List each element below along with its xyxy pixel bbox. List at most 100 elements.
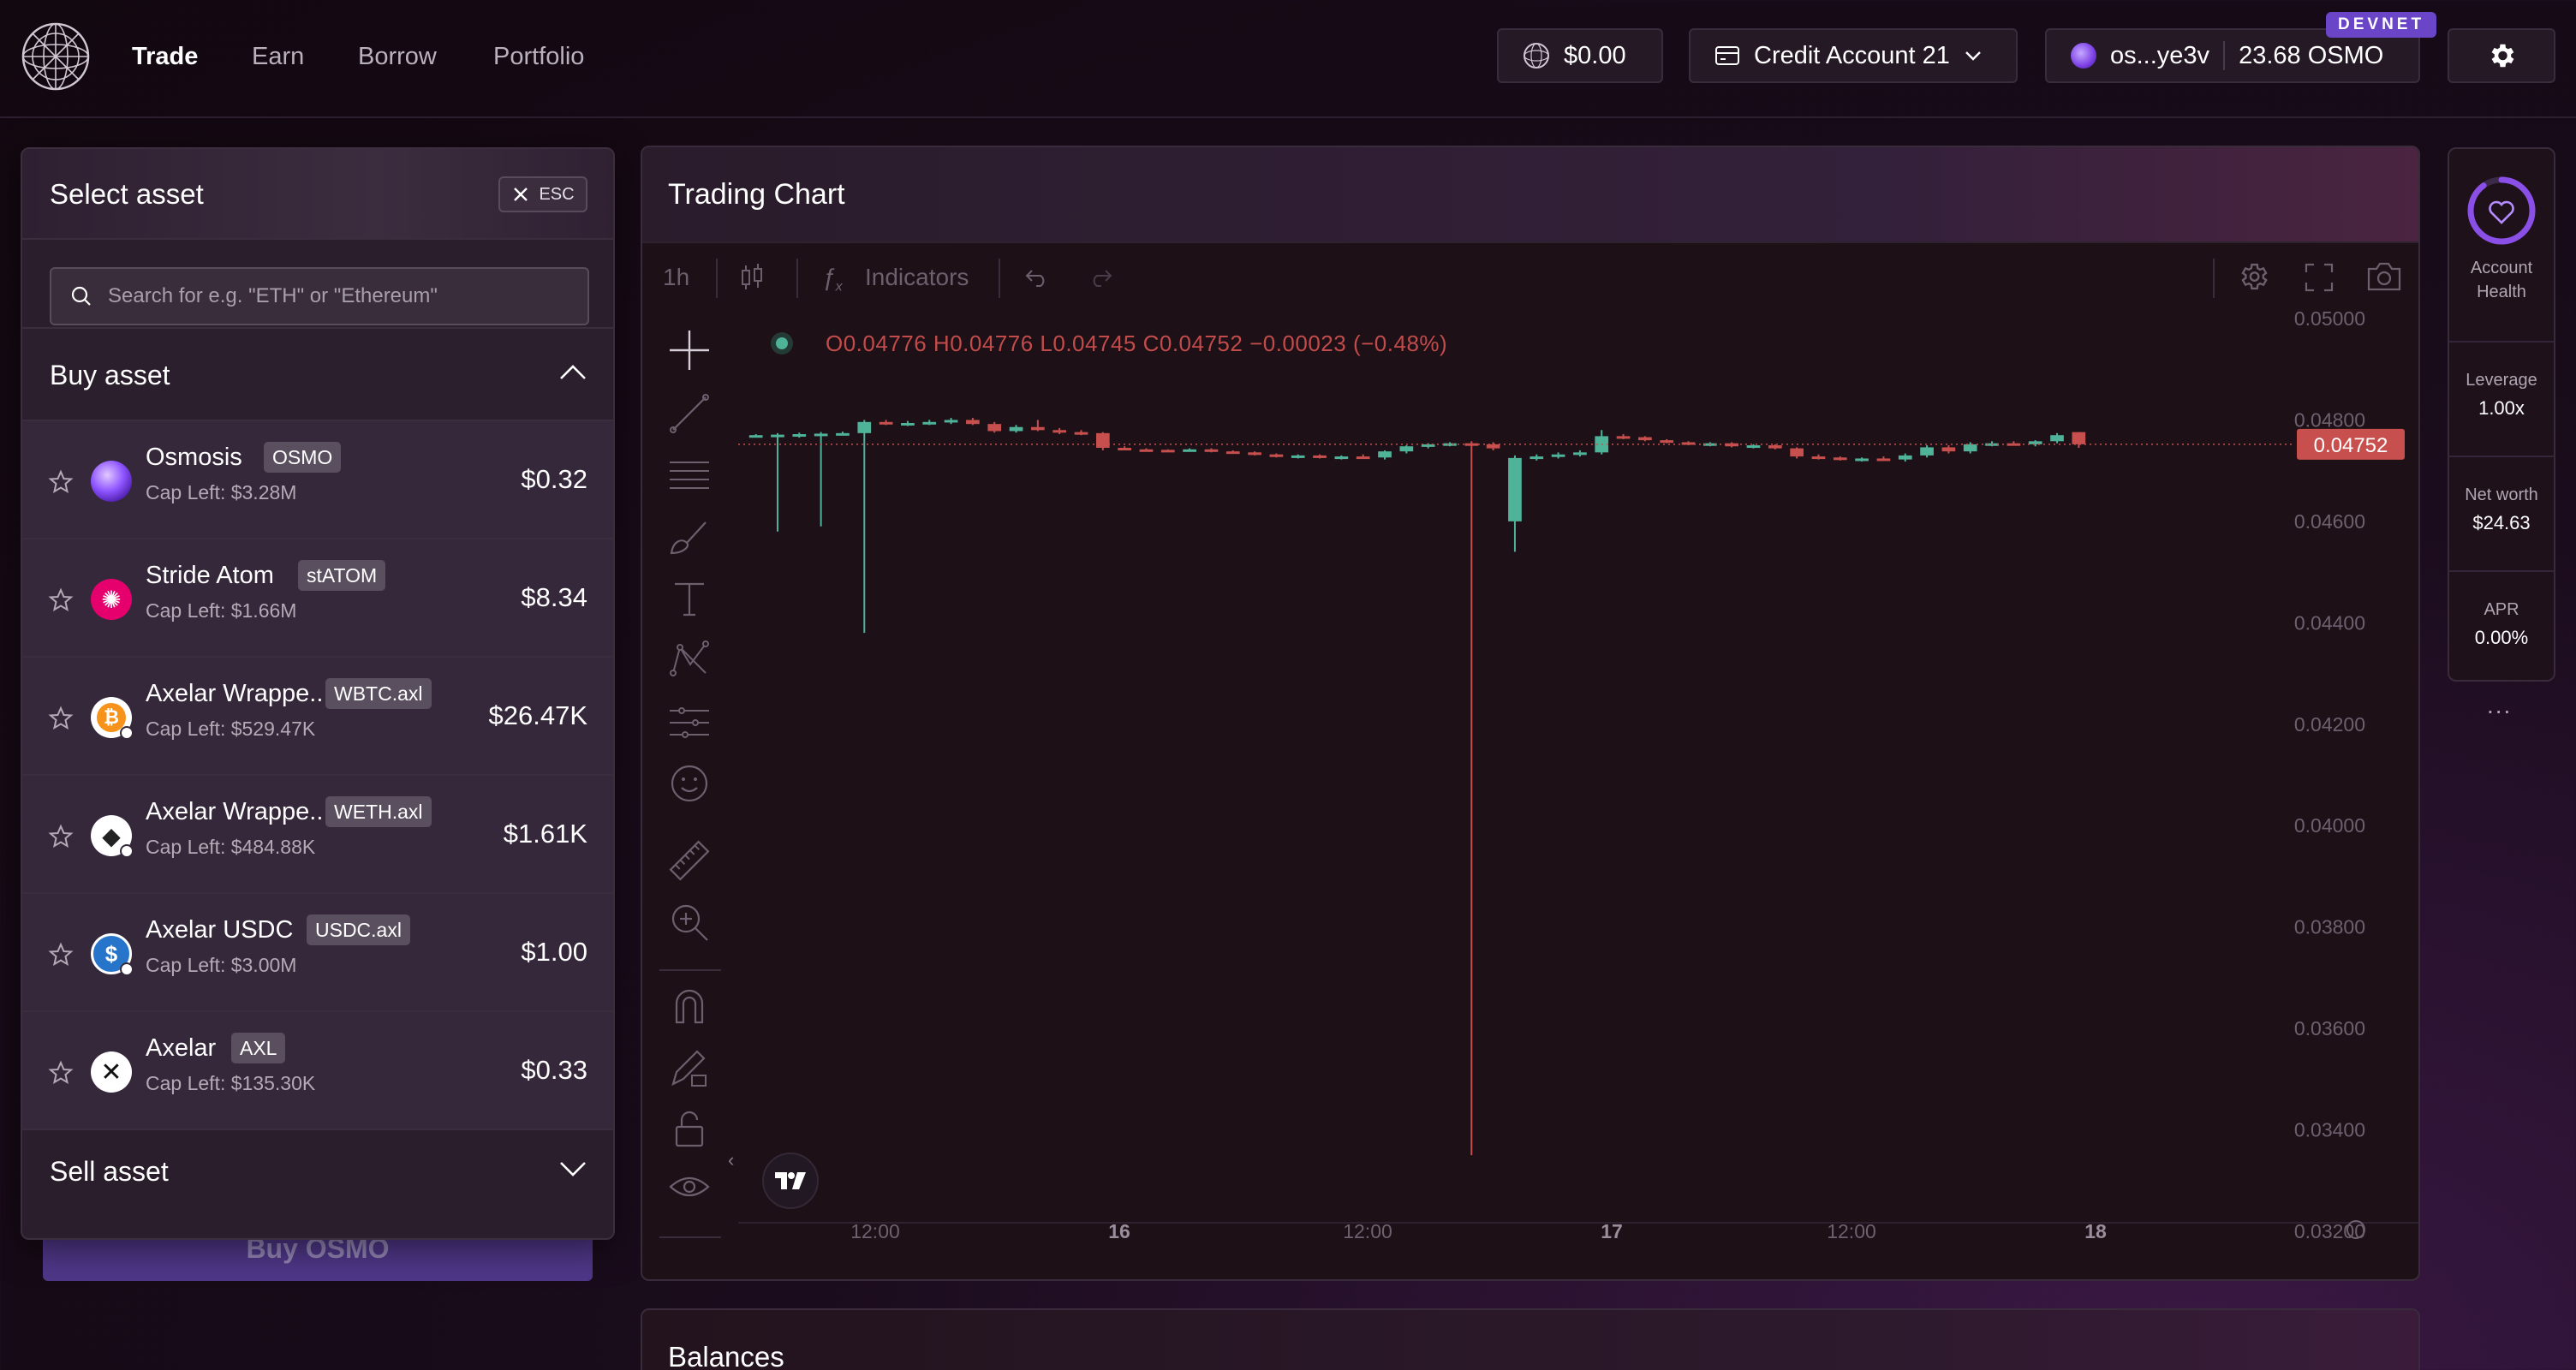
text-tool-icon[interactable] [668,577,711,620]
select-asset-header: Select asset ESC [22,149,613,240]
y-axis-tick-label: 0.04600 [2294,510,2365,533]
unlock-icon[interactable] [668,1108,711,1151]
candle-body [1399,446,1414,452]
nav-earn[interactable]: Earn [252,41,304,72]
favorite-star-icon[interactable] [48,942,74,968]
favorite-star-icon[interactable] [48,587,74,613]
candle-body [2028,441,2042,444]
balances-card: Balances [641,1308,2420,1370]
asset-name: Osmosis [146,444,242,471]
osmosis-icon [91,461,132,502]
emoji-icon[interactable] [668,762,711,805]
weth-icon: ◆ [91,815,134,858]
wallet-address: os...ye3v [2110,41,2210,69]
candle-body [1160,450,1175,453]
eye-icon[interactable] [668,1168,711,1211]
leverage-stat: Leverage 1.00x [2449,368,2554,420]
y-axis-tick-label: 0.04800 [2294,408,2365,431]
candle-body [1313,455,1327,458]
search-field[interactable] [50,267,589,325]
zoom-in-icon[interactable] [668,901,711,944]
apr-value: 0.00% [2474,627,2529,648]
tradingview-logo[interactable] [762,1153,819,1209]
balance-value: $0.00 [1564,41,1626,69]
nav-borrow[interactable]: Borrow [358,41,437,72]
mars-logo-icon[interactable] [21,21,91,92]
asset-cap-left: Cap Left: $1.66M [146,599,297,622]
candle-body [1855,458,1869,462]
search-input[interactable] [108,284,587,308]
buy-asset-title: Buy asset [50,360,170,390]
favorite-star-icon[interactable] [48,1060,74,1086]
asset-symbol-badge: WBTC.axl [325,678,432,709]
favorite-star-icon[interactable] [48,824,74,849]
top-nav-bar: Trade Earn Borrow Portfolio $0.00 Credit… [0,0,2576,118]
asset-name: Stride Atom [146,562,274,589]
nav-portfolio[interactable]: Portfolio [493,41,584,72]
candle-body [1031,426,1045,431]
divider [2213,259,2215,298]
candle-body [1269,454,1284,457]
more-options-icon[interactable]: ... [2487,692,2512,719]
asset-symbol-badge: WETH.axl [325,796,432,827]
candle-body [1052,430,1067,433]
pattern-icon[interactable] [668,639,711,682]
asset-symbol-badge: stATOM [298,560,386,591]
balance-button[interactable]: $0.00 [1497,28,1663,83]
credit-account-selector[interactable]: Credit Account 21 [1689,28,2018,83]
x-axis-tick-label: 12:00 [1343,1220,1392,1242]
fib-retracement-icon[interactable] [668,454,711,497]
sell-asset-title: Sell asset [50,1156,169,1187]
x-axis-tick-label: 16 [1108,1220,1130,1242]
asset-row[interactable]: $ Axelar USDC USDC.axl Cap Left: $3.00M … [22,894,613,1012]
interval-button[interactable]: 1h [663,264,689,291]
asset-cap-left: Cap Left: $484.88K [146,836,316,858]
nav-trade[interactable]: Trade [132,41,198,72]
prediction-icon[interactable] [668,700,711,743]
candle-body [836,432,850,436]
crosshair-icon[interactable] [668,329,711,372]
y-axis-tick-label: 0.03800 [2294,916,2365,938]
y-axis-tick-label: 0.03200 [2294,1220,2365,1242]
account-health[interactable]: Account Health [2449,175,2554,304]
chart-settings-icon[interactable] [2237,260,2269,293]
candle-body [2050,435,2064,442]
candle-body [857,421,872,433]
candle-body [1248,452,1261,456]
candlestick-chart[interactable]: 0.05000 0.04800 0.04600 0.04400 0.04200 0.040… [738,312,2420,1281]
asset-row[interactable]: ◆ Axelar Wrappe... WETH.axl Cap Left: $4… [22,776,613,894]
asset-row[interactable]: ✕ Axelar AXL Cap Left: $135.30K $0.33 [22,1012,613,1130]
lock-drawing-icon[interactable] [668,1046,711,1089]
ruler-icon[interactable] [668,839,711,882]
settings-button[interactable] [2448,28,2555,83]
divider [2449,570,2554,572]
candles-icon[interactable] [740,262,764,293]
candle-body [987,424,1002,432]
indicators-button[interactable]: Indicators [865,264,969,291]
candle-body [1898,455,1912,460]
candle-body [792,434,807,438]
trend-line-icon[interactable] [668,392,711,435]
brush-icon[interactable] [668,515,711,558]
asset-row[interactable]: ✺ Stride Atom stATOM Cap Left: $1.66M $8… [22,539,613,658]
gear-icon [2491,44,2514,68]
wbtc-icon: ₿ [91,697,134,740]
candle-body [771,434,784,438]
select-asset-title: Select asset [50,178,204,210]
favorite-star-icon[interactable] [48,469,74,495]
buy-asset-section-header[interactable]: Buy asset [22,329,613,421]
redo-icon[interactable] [1088,267,1113,288]
asset-row[interactable]: Osmosis OSMO Cap Left: $3.28M $0.32 [22,421,613,539]
select-asset-panel: Select asset ESC Buy asset Osmosis O [21,147,615,1240]
fullscreen-icon[interactable] [2304,262,2334,293]
candle-body [922,421,937,425]
close-button[interactable]: ESC [498,176,587,212]
magnet-icon[interactable] [668,985,711,1028]
collapse-toolbar-icon[interactable]: ‹ [728,1149,734,1171]
undo-icon[interactable] [1024,267,1050,288]
camera-icon[interactable] [2365,260,2403,293]
favorite-star-icon[interactable] [48,706,74,731]
asset-row[interactable]: ₿ Axelar Wrappe... WBTC.axl Cap Left: $5… [22,658,613,776]
wallet-card-icon [1715,46,1739,65]
sell-asset-section-header[interactable]: Sell asset [22,1130,613,1223]
